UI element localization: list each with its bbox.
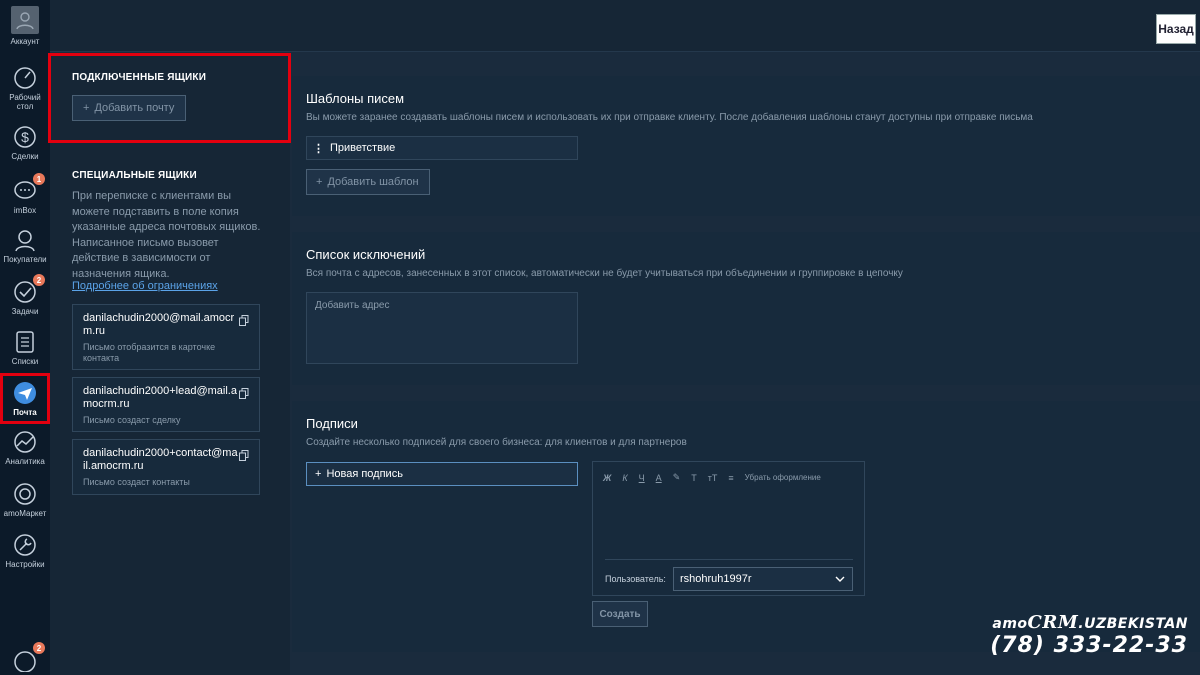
nav-settings[interactable]: Настройки xyxy=(0,533,50,569)
nav-mail-label: Почта xyxy=(13,407,37,417)
template-item[interactable]: ⋮ Приветствие xyxy=(306,136,578,160)
font-button[interactable]: Т xyxy=(691,473,697,483)
chat-icon: 1 xyxy=(13,173,45,203)
add-mail-button[interactable]: + Добавить почту xyxy=(72,95,186,121)
left-nav: Аккаунт Рабочий стол $ Сделки 1 imBox По… xyxy=(0,0,50,675)
highlight-button[interactable]: ✎ xyxy=(673,472,681,483)
mailbox-address: danilachudin2000+contact@mail.amocrm.ru xyxy=(83,447,238,472)
mailbox-card: danilachudin2000+contact@mail.amocrm.ru … xyxy=(72,439,260,495)
check-icon: 2 xyxy=(13,274,45,304)
mailbox-note: Письмо отобразится в карточке контакта xyxy=(83,342,216,363)
user-value: rshohruh1997r xyxy=(680,573,752,585)
mailbox-address: danilachudin2000+lead@mail.amocrm.ru xyxy=(83,385,237,410)
size-button[interactable]: тТ xyxy=(708,473,718,483)
nav-market[interactable]: amoМаркет xyxy=(0,482,50,518)
notifications-badge: 2 xyxy=(33,642,45,654)
copy-icon[interactable] xyxy=(239,315,249,326)
clear-format-button[interactable]: Убрать оформление xyxy=(745,473,821,482)
connected-mailboxes-heading: ПОДКЛЮЧЕННЫЕ ЯЩИКИ xyxy=(72,72,207,83)
bold-button[interactable]: Ж xyxy=(603,473,611,483)
user-label: Пользователь: xyxy=(605,574,666,584)
drag-handle-icon[interactable]: ⋮ xyxy=(313,142,324,155)
plus-icon: + xyxy=(316,176,323,188)
user-select[interactable]: rshohruh1997r xyxy=(673,567,853,591)
dollar-icon: $ xyxy=(13,125,37,149)
copy-icon[interactable] xyxy=(239,388,249,399)
nav-settings-label: Настройки xyxy=(5,560,45,569)
template-name: Приветствие xyxy=(330,142,396,154)
nav-tasks-label: Задачи xyxy=(11,307,39,316)
mailbox-note: Письмо создаст сделку xyxy=(83,415,181,425)
imbox-badge: 1 xyxy=(33,173,45,185)
nav-deals[interactable]: $ Сделки xyxy=(0,125,50,161)
mailbox-note: Письмо создаст контакты xyxy=(83,477,190,487)
signatures-title: Подписи xyxy=(306,416,358,431)
signatures-desc: Создайте несколько подписей для своего б… xyxy=(306,437,687,448)
brand-name: amoCRM.UZBEKISTAN xyxy=(992,612,1188,633)
nav-analytics-label: Аналитика xyxy=(5,457,45,466)
mailbox-card: danilachudin2000+lead@mail.amocrm.ru Пис… xyxy=(72,377,260,432)
new-signature-label: Новая подпись xyxy=(326,468,403,480)
signature-editor[interactable]: Ж К Ч А ✎ Т тТ ≡ Убрать оформление Польз… xyxy=(592,461,865,596)
special-mailboxes-heading: СПЕЦИАЛЬНЫЕ ЯЩИКИ xyxy=(72,170,197,181)
nav-deals-label: Сделки xyxy=(11,152,39,161)
italic-button[interactable]: К xyxy=(622,473,627,483)
exclusions-card: Список исключений Вся почта с адресов, з… xyxy=(292,232,1200,385)
nav-lists-label: Списки xyxy=(11,357,39,366)
limits-link[interactable]: Подробнее об ограничениях xyxy=(72,280,218,292)
plus-icon: + xyxy=(315,468,322,480)
nav-customers-label: Покупатели xyxy=(3,255,47,264)
add-mail-label: Добавить почту xyxy=(94,102,175,114)
exclusions-desc: Вся почта с адресов, занесенных в этот с… xyxy=(306,268,903,279)
customers-icon xyxy=(13,228,37,252)
brand-watermark: amoCRM.UZBEKISTAN (78) 333-22-33 xyxy=(990,612,1188,658)
nav-account[interactable]: Аккаунт xyxy=(0,6,50,46)
templates-title: Шаблоны писем xyxy=(306,91,405,106)
nav-lists[interactable]: Списки xyxy=(0,330,50,366)
special-mailboxes-desc: При переписке с клиентами вы можете подс… xyxy=(72,190,261,280)
nav-account-label: Аккаунт xyxy=(10,37,40,46)
top-header: Назад xyxy=(50,0,1200,52)
templates-desc: Вы можете заранее создавать шаблоны писе… xyxy=(306,112,1033,123)
nav-analytics[interactable]: Аналитика xyxy=(0,430,50,466)
market-icon xyxy=(13,482,37,506)
add-address-input[interactable]: Добавить адрес xyxy=(306,292,578,364)
nav-notifications[interactable]: 2 xyxy=(0,642,50,672)
nav-customers[interactable]: Покупатели xyxy=(0,228,50,264)
nav-tasks[interactable]: 2 Задачи xyxy=(0,274,50,316)
analytics-icon xyxy=(13,430,37,454)
templates-card: Шаблоны писем Вы можете заранее создават… xyxy=(292,76,1200,216)
new-signature-button[interactable]: + Новая подпись xyxy=(306,462,578,486)
add-template-label: Добавить шаблон xyxy=(327,176,419,188)
lists-icon xyxy=(13,330,37,354)
editor-divider xyxy=(605,559,853,560)
chevron-down-icon xyxy=(835,576,845,582)
create-button[interactable]: Создать xyxy=(592,601,648,627)
mail-icon xyxy=(13,381,37,405)
nav-dashboard-label: Рабочий стол xyxy=(9,93,41,111)
mailbox-address: danilachudin2000@mail.amocrm.ru xyxy=(83,312,235,337)
nav-imbox-label: imBox xyxy=(13,206,37,215)
editor-toolbar: Ж К Ч А ✎ Т тТ ≡ Убрать оформление xyxy=(603,472,821,483)
add-template-button[interactable]: + Добавить шаблон xyxy=(306,169,430,195)
brand-phone: (78) 333-22-33 xyxy=(990,633,1188,658)
bell-icon: 2 xyxy=(13,642,45,672)
font-color-button[interactable]: А xyxy=(656,473,662,483)
settings-icon xyxy=(13,533,37,557)
nav-market-label: amoМаркет xyxy=(3,509,47,518)
copy-icon[interactable] xyxy=(239,450,249,461)
tasks-badge: 2 xyxy=(33,274,45,286)
underline-button[interactable]: Ч xyxy=(639,473,645,483)
nav-dashboard[interactable]: Рабочий стол xyxy=(0,66,50,111)
account-avatar-icon xyxy=(11,6,39,34)
align-button[interactable]: ≡ xyxy=(728,473,733,483)
back-button[interactable]: Назад xyxy=(1156,14,1196,44)
svg-text:$: $ xyxy=(21,129,29,145)
nav-mail[interactable]: Почта xyxy=(0,373,50,424)
mailbox-card: danilachudin2000@mail.amocrm.ru Письмо о… xyxy=(72,304,260,370)
plus-icon: + xyxy=(83,102,90,114)
dashboard-icon xyxy=(13,66,37,90)
exclusions-title: Список исключений xyxy=(306,247,426,262)
nav-imbox[interactable]: 1 imBox xyxy=(0,173,50,215)
